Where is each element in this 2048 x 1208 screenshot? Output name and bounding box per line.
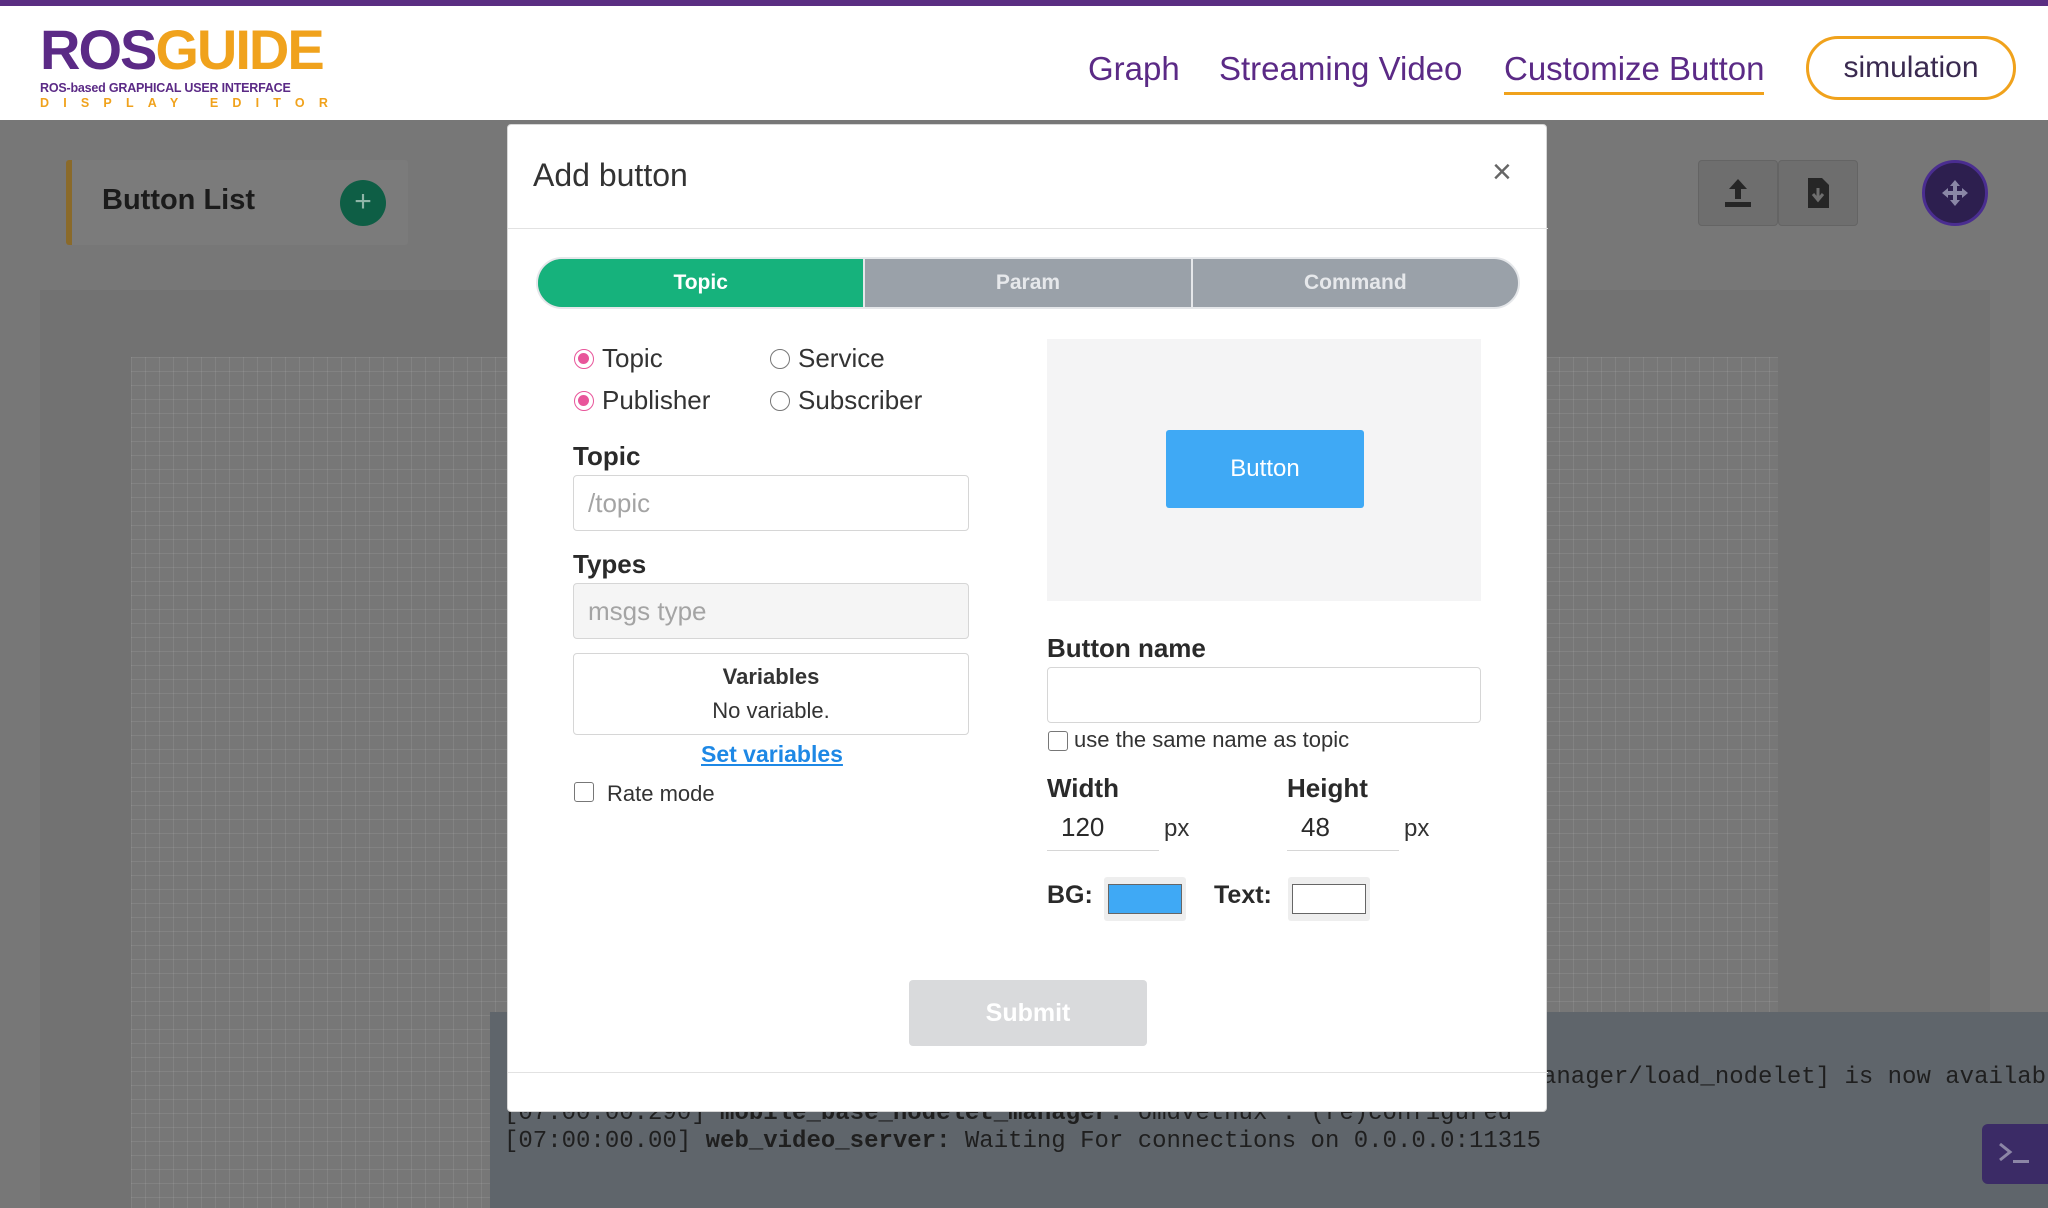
move-arrows-icon [1942,180,1968,206]
rate-mode-checkbox[interactable] [574,782,594,802]
radio-publisher-label: Publisher [602,385,711,415]
tab-command[interactable]: Command [1190,259,1518,307]
text-color-picker[interactable] [1288,877,1370,921]
bg-color-swatch [1108,884,1182,914]
radio-publisher[interactable]: Publisher [574,385,710,416]
close-icon[interactable]: × [1492,155,1512,189]
modal-header: Add button × [508,125,1548,229]
same-name-checkbox[interactable] [1048,731,1068,751]
logo-wordmark: ROSGUIDE [40,18,325,81]
radio-service[interactable]: Service [770,343,885,374]
variables-box: Variables No variable. [573,653,969,735]
bg-color-picker[interactable] [1104,877,1186,921]
radio-topic[interactable]: Topic [574,343,663,374]
radio-topic-label: Topic [602,343,663,373]
download-file-button[interactable] [1778,160,1858,226]
simulation-button[interactable]: simulation [1806,36,2016,100]
width-input[interactable]: 120 [1047,805,1159,851]
terminal-toggle-button[interactable] [1982,1124,2048,1184]
text-color-label: Text: [1214,881,1272,909]
logo-subtitle: ROS-based GRAPHICAL USER INTERFACE [40,81,291,95]
same-name-label: use the same name as topic [1074,727,1350,752]
add-button-modal: Add button × Topic Param Command Topic S… [507,124,1548,1112]
console-line-2: [07:00:00.00] web_video_server: Waiting … [504,1128,1541,1155]
topic-input[interactable]: /topic [573,475,969,531]
button-preview-area: Button [1047,339,1481,601]
variables-empty-text: No variable. [712,698,830,723]
radio-subscriber-label: Subscriber [798,385,923,415]
radio-subscriber[interactable]: Subscriber [770,385,922,416]
height-label: Height [1287,773,1368,803]
nav-customize-button[interactable]: Customize Button [1504,50,1765,95]
radio-subscriber-dot [770,390,790,411]
types-input[interactable]: msgs type [573,583,969,639]
upload-icon [1725,179,1751,207]
upload-button[interactable] [1698,160,1778,226]
set-variables-link[interactable]: Set variables [701,741,843,768]
types-label: Types [573,549,647,579]
logo-ros: ROS [40,18,157,81]
modal-footer-divider [508,1072,1548,1073]
rate-mode-label: Rate mode [607,781,715,806]
logo-subtitle-2: DISPLAY EDITOR [40,96,343,110]
logo-guide: GUIDE [155,18,324,81]
app-header: ROSGUIDE ROS-based GRAPHICAL USER INTERF… [0,6,2048,120]
height-input[interactable]: 48 [1287,805,1399,851]
button-name-input[interactable] [1047,667,1481,723]
terminal-icon [1999,1142,2029,1163]
bg-color-label: BG: [1047,881,1093,909]
download-file-icon [1808,178,1829,208]
radio-service-dot [770,348,790,369]
tab-topic[interactable]: Topic [538,259,864,307]
radio-publisher-dot [574,390,594,411]
text-color-swatch [1292,884,1366,914]
width-label: Width [1047,773,1119,803]
modal-title: Add button [533,157,688,193]
tab-param[interactable]: Param [863,259,1190,307]
mode-tabs: Topic Param Command [536,257,1520,309]
nav-graph[interactable]: Graph [1088,50,1180,88]
radio-topic-dot [574,348,594,369]
button-list-panel: Button List + [66,160,408,245]
variables-title: Variables [722,664,820,689]
radio-service-label: Service [798,343,885,373]
submit-button[interactable]: Submit [909,980,1147,1046]
height-unit: px [1404,815,1430,842]
add-button-icon[interactable]: + [340,180,386,226]
console-line-available: anager/load_nodelet] is now available [1542,1064,2048,1091]
topic-label: Topic [573,441,641,471]
width-unit: px [1164,815,1190,842]
preview-button[interactable]: Button [1166,430,1364,508]
rosguide-logo[interactable]: ROSGUIDE ROS-based GRAPHICAL USER INTERF… [40,18,343,116]
button-name-label: Button name [1047,633,1206,663]
button-list-label: Button List [102,184,256,216]
move-mode-button[interactable] [1922,160,1988,226]
nav-streaming-video[interactable]: Streaming Video [1219,50,1462,88]
